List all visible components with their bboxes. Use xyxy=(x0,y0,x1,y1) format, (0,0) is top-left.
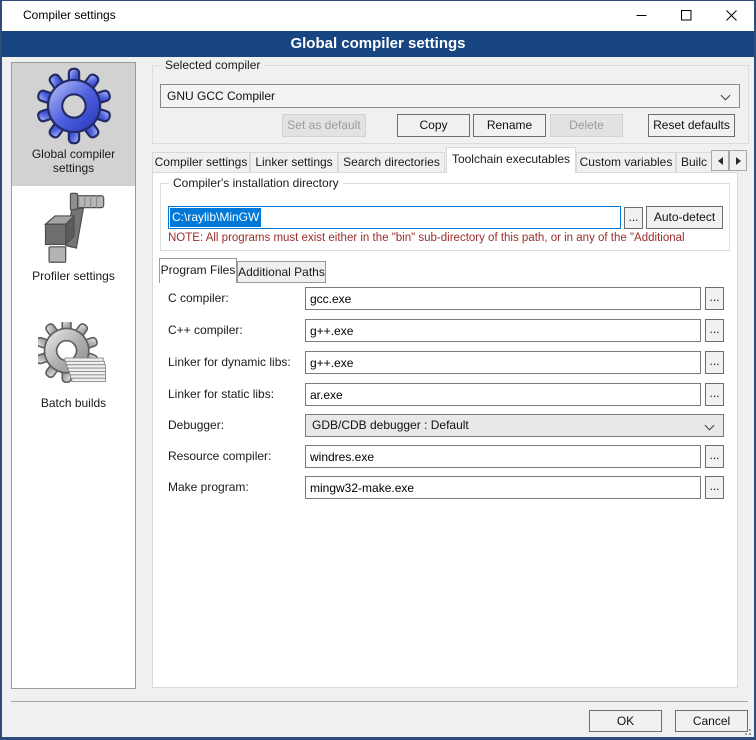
selected-compiler-group-label: Selected compiler xyxy=(161,58,264,72)
title-bar[interactable]: Compiler settings xyxy=(2,1,754,31)
reset-defaults-button[interactable]: Reset defaults xyxy=(648,114,735,137)
sidebar-item-label: Global compiler settings xyxy=(12,147,135,175)
compiler-settings-dialog: Compiler settings Global compiler settin… xyxy=(0,0,756,740)
set-as-default-button: Set as default xyxy=(282,114,366,137)
sidebar-item-global-compiler-settings[interactable]: Global compiler settings xyxy=(12,63,135,186)
copy-button[interactable]: Copy xyxy=(397,114,470,137)
compiler-select[interactable]: GNU GCC Compiler xyxy=(160,84,740,108)
ok-button[interactable]: OK xyxy=(589,710,662,732)
installation-directory-input[interactable]: C:\raylib\MinGW xyxy=(168,206,621,229)
compiler-select-value: GNU GCC Compiler xyxy=(167,89,275,103)
c-compiler-browse-button[interactable]: ... xyxy=(705,287,724,310)
installation-directory-group-label: Compiler's installation directory xyxy=(169,176,343,190)
static-linker-label: Linker for static libs: xyxy=(168,387,274,402)
tab-build-options-truncated[interactable]: Builc xyxy=(676,152,712,173)
bin-subdirectory-note: NOTE: All programs must exist either in … xyxy=(168,232,728,244)
static-linker-input[interactable] xyxy=(305,383,701,406)
dynamic-linker-input[interactable] xyxy=(305,351,701,374)
blue-gear-icon xyxy=(35,67,113,145)
c-compiler-label: C compiler: xyxy=(168,291,229,306)
delete-button: Delete xyxy=(550,114,623,137)
resource-compiler-label: Resource compiler: xyxy=(168,449,271,464)
cpp-compiler-label: C++ compiler: xyxy=(168,323,243,338)
chevron-down-icon xyxy=(705,421,715,431)
tab-linker-settings[interactable]: Linker settings xyxy=(250,152,338,173)
minimize-button[interactable] xyxy=(619,1,664,30)
close-button[interactable] xyxy=(709,1,754,30)
cpp-compiler-input[interactable] xyxy=(305,319,701,342)
resource-compiler-browse-button[interactable]: ... xyxy=(705,445,724,468)
minimize-icon xyxy=(636,10,647,21)
resize-grip[interactable] xyxy=(741,725,751,735)
make-program-input[interactable] xyxy=(305,476,701,499)
sidebar-item-batch-builds[interactable]: Batch builds xyxy=(12,316,135,416)
maximize-icon xyxy=(681,10,692,21)
tab-custom-variables[interactable]: Custom variables xyxy=(576,152,676,173)
cpp-compiler-browse-button[interactable]: ... xyxy=(705,319,724,342)
settings-category-list: Global compiler settings Profiler settin… xyxy=(11,62,136,689)
static-linker-browse-button[interactable]: ... xyxy=(705,383,724,406)
dynamic-linker-label: Linker for dynamic libs: xyxy=(168,355,291,370)
footer-divider xyxy=(11,701,748,702)
subtab-additional-paths[interactable]: Additional Paths xyxy=(237,261,326,283)
subtab-program-files[interactable]: Program Files xyxy=(159,258,237,283)
browse-directory-button[interactable]: ... xyxy=(624,207,643,229)
arrow-right-icon xyxy=(736,157,741,165)
caliper-icon xyxy=(36,191,112,267)
cancel-button[interactable]: Cancel xyxy=(675,710,748,732)
sidebar-item-label: Profiler settings xyxy=(12,269,135,283)
sidebar-item-profiler-settings[interactable]: Profiler settings xyxy=(12,189,135,293)
resource-compiler-input[interactable] xyxy=(305,445,701,468)
tab-compiler-settings[interactable]: Compiler settings xyxy=(152,152,250,173)
gray-gear-stack-icon xyxy=(38,322,110,394)
debugger-label: Debugger: xyxy=(168,418,224,433)
tab-toolchain-executables[interactable]: Toolchain executables xyxy=(446,147,576,173)
debugger-select[interactable]: GDB/CDB debugger : Default xyxy=(305,414,724,437)
window-title: Compiler settings xyxy=(23,1,116,30)
maximize-button[interactable] xyxy=(664,1,709,30)
arrow-left-icon xyxy=(718,157,723,165)
close-icon xyxy=(726,10,737,21)
make-program-browse-button[interactable]: ... xyxy=(705,476,724,499)
rename-button[interactable]: Rename xyxy=(473,114,546,137)
dynamic-linker-browse-button[interactable]: ... xyxy=(705,351,724,374)
tab-scroll-left-button[interactable] xyxy=(711,150,729,171)
c-compiler-input[interactable] xyxy=(305,287,701,310)
tab-scroll-right-button[interactable] xyxy=(729,150,747,171)
auto-detect-button[interactable]: Auto-detect xyxy=(646,206,723,229)
page-title: Global compiler settings xyxy=(2,31,754,57)
tab-search-directories[interactable]: Search directories xyxy=(338,152,445,173)
sidebar-item-label: Batch builds xyxy=(12,396,135,410)
chevron-down-icon xyxy=(721,91,731,101)
selected-path-text: C:\raylib\MinGW xyxy=(170,208,261,227)
make-program-label: Make program: xyxy=(168,480,249,495)
debugger-select-value: GDB/CDB debugger : Default xyxy=(312,418,469,432)
